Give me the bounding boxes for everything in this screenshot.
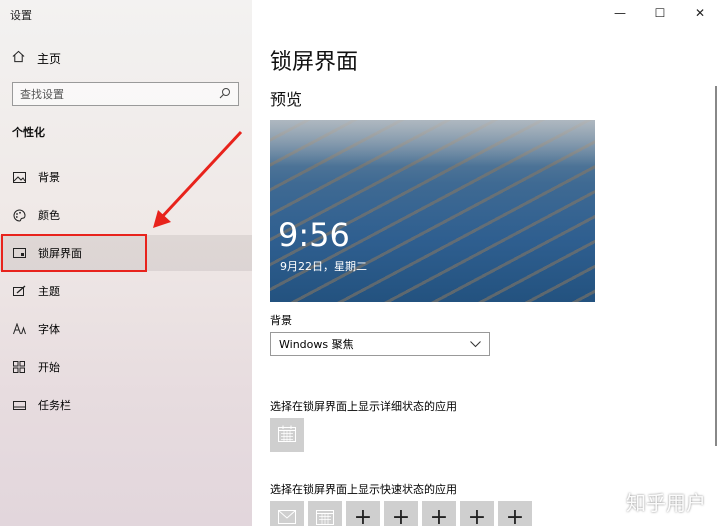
section-title: 个性化 bbox=[12, 126, 45, 139]
add-quick-app-button[interactable]: + bbox=[346, 501, 380, 526]
maximize-icon[interactable]: ☐ bbox=[640, 0, 680, 26]
plus-icon: + bbox=[467, 505, 487, 526]
preview-haze bbox=[270, 120, 595, 166]
sidebar-home[interactable]: 主页 bbox=[12, 50, 61, 66]
sidebar-item-label: 字体 bbox=[38, 323, 60, 336]
quick-app-calendar[interactable] bbox=[308, 501, 342, 526]
plus-icon: + bbox=[429, 505, 449, 526]
calendar-icon bbox=[278, 425, 296, 446]
preview-title: 预览 bbox=[270, 90, 303, 109]
lock-screen-preview: 9:56 9月22日，星期二 bbox=[270, 120, 595, 302]
page-title: 锁屏界面 bbox=[270, 50, 359, 75]
font-icon bbox=[12, 322, 26, 336]
plus-icon: + bbox=[391, 505, 411, 526]
window-title: 设置 bbox=[10, 9, 32, 22]
add-quick-app-button[interactable]: + bbox=[498, 501, 532, 526]
theme-icon bbox=[12, 284, 26, 298]
mail-icon bbox=[278, 509, 296, 526]
quick-status-label: 选择在锁屏界面上显示快速状态的应用 bbox=[270, 483, 457, 496]
detail-status-label: 选择在锁屏界面上显示详细状态的应用 bbox=[270, 400, 457, 413]
add-quick-app-button[interactable]: + bbox=[422, 501, 456, 526]
sidebar-item-label: 颜色 bbox=[38, 209, 60, 222]
picture-icon bbox=[12, 170, 26, 184]
background-dropdown[interactable]: Windows 聚焦 bbox=[270, 332, 490, 356]
home-label: 主页 bbox=[37, 51, 62, 66]
plus-icon: + bbox=[353, 505, 373, 526]
quick-app-mail[interactable] bbox=[270, 501, 304, 526]
minimize-icon[interactable]: — bbox=[600, 0, 640, 26]
preview-time: 9:56 bbox=[278, 216, 350, 254]
background-dropdown-value: Windows 聚焦 bbox=[279, 338, 354, 351]
main-panel: — ☐ ✕ 锁屏界面 预览 9:56 9月22日，星期二 背景 Windows … bbox=[252, 0, 720, 526]
sidebar-item-label: 任务栏 bbox=[38, 399, 71, 412]
search-input[interactable]: 查找设置 bbox=[12, 82, 239, 106]
search-placeholder: 查找设置 bbox=[20, 88, 64, 101]
highlight-box bbox=[1, 234, 147, 272]
background-label: 背景 bbox=[270, 314, 292, 327]
sidebar-item-label: 开始 bbox=[38, 361, 60, 374]
close-icon[interactable]: ✕ bbox=[680, 0, 720, 26]
taskbar-icon bbox=[12, 398, 26, 412]
sidebar-item-theme[interactable]: 主题 bbox=[0, 273, 252, 309]
chevron-down-icon bbox=[470, 338, 481, 351]
start-icon bbox=[12, 360, 26, 374]
sidebar-item-label: 主题 bbox=[38, 285, 60, 298]
sidebar-item-font[interactable]: 字体 bbox=[0, 311, 252, 347]
search-icon[interactable] bbox=[219, 87, 231, 102]
sidebar: 设置 主页 查找设置 个性化 背景 颜色 锁屏界面 主题 字体 开始 任务栏 bbox=[0, 0, 252, 526]
home-icon bbox=[12, 50, 25, 66]
sidebar-item-label: 背景 bbox=[38, 171, 60, 184]
window-controls: — ☐ ✕ bbox=[600, 0, 720, 26]
palette-icon bbox=[12, 208, 26, 222]
calendar-icon bbox=[316, 508, 334, 526]
sidebar-item-start[interactable]: 开始 bbox=[0, 349, 252, 385]
plus-icon: + bbox=[505, 505, 525, 526]
add-quick-app-button[interactable]: + bbox=[460, 501, 494, 526]
detail-app-calendar[interactable] bbox=[270, 418, 304, 452]
scrollbar[interactable] bbox=[715, 86, 717, 446]
preview-date: 9月22日，星期二 bbox=[280, 260, 367, 273]
watermark: 知乎用户 bbox=[626, 491, 706, 515]
add-quick-app-button[interactable]: + bbox=[384, 501, 418, 526]
sidebar-item-taskbar[interactable]: 任务栏 bbox=[0, 387, 252, 423]
annotation-arrow bbox=[153, 130, 243, 228]
